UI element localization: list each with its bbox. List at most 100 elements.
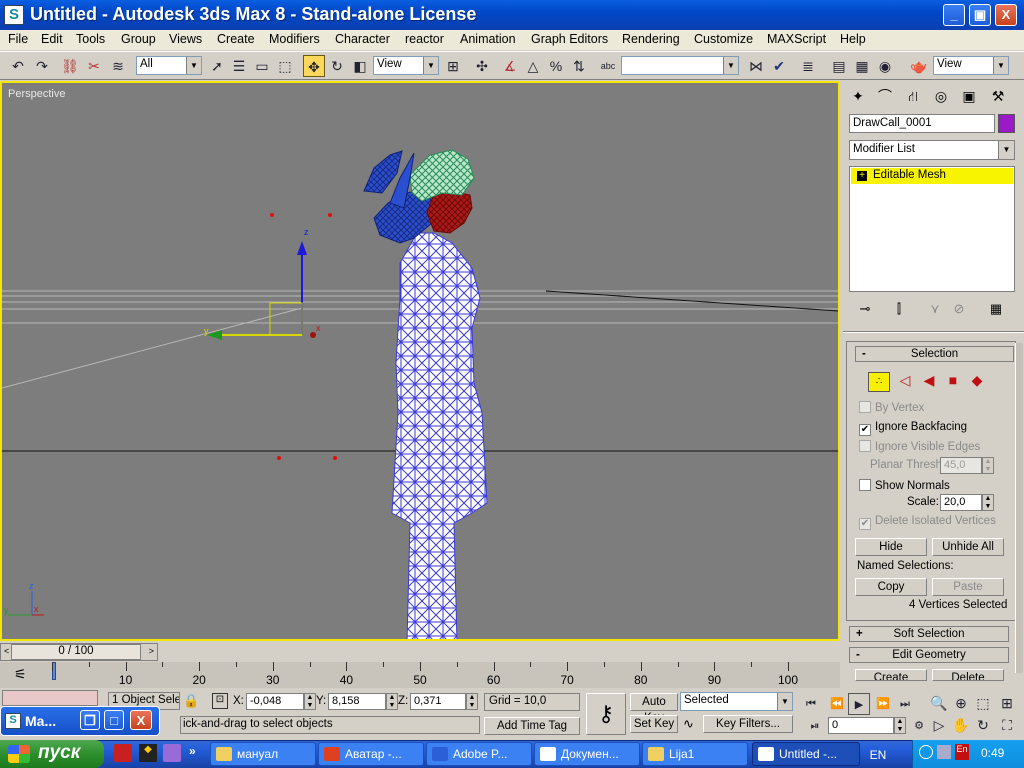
- perspective-viewport[interactable]: Perspective z y x z y x: [0, 81, 840, 641]
- set-keys-icon[interactable]: ⚷: [586, 693, 626, 735]
- menu-reactor[interactable]: reactor: [405, 32, 444, 46]
- select-scale-icon[interactable]: ◧: [349, 55, 371, 77]
- ignore-visible-edges-checkbox[interactable]: Ignore Visible Edges: [859, 440, 980, 453]
- undo-icon[interactable]: ↶: [7, 55, 29, 77]
- element-mode-icon[interactable]: ◆: [967, 372, 987, 392]
- scale-spinner[interactable]: 20,0 ▲ ▼: [940, 494, 994, 511]
- zoom-extents-icon[interactable]: ⬚: [972, 692, 994, 714]
- zoom-all-icon[interactable]: ⊕: [950, 692, 972, 714]
- pan-icon[interactable]: ✋: [950, 714, 972, 736]
- remove-modifier-icon[interactable]: ⊘: [947, 298, 971, 320]
- open-mini-curve-editor-icon[interactable]: ⚟: [14, 666, 27, 683]
- maxscript-listener[interactable]: [2, 690, 98, 706]
- menu-views[interactable]: Views: [169, 32, 202, 46]
- spinner-arrows-icon[interactable]: ▲ ▼: [982, 457, 994, 474]
- time-slider[interactable]: < 0 / 100 >: [0, 643, 158, 661]
- select-rotate-icon[interactable]: ↻: [326, 55, 348, 77]
- edge-mode-icon[interactable]: ◁: [895, 372, 915, 392]
- hide-button[interactable]: Hide: [855, 538, 927, 556]
- planar-thresh-spinner[interactable]: 45,0 ▲ ▼: [940, 457, 994, 474]
- by-vertex-checkbox[interactable]: By Vertex: [859, 401, 924, 414]
- task-lija1[interactable]: Lija1: [642, 742, 748, 766]
- maximize-viewport-icon[interactable]: ⛶: [996, 714, 1018, 736]
- menu-character[interactable]: Character: [335, 32, 390, 46]
- default-in-out-tangents-icon[interactable]: ∿: [683, 716, 694, 732]
- ignore-backfacing-checkbox[interactable]: ✔ Ignore Backfacing: [859, 421, 967, 436]
- motion-tab-icon[interactable]: ◎: [929, 85, 953, 107]
- material-editor-icon[interactable]: ◉: [874, 55, 896, 77]
- previous-frame-icon[interactable]: ⏪: [826, 693, 848, 715]
- spinner-arrows-icon[interactable]: ▲ ▼: [982, 494, 994, 511]
- language-indicator[interactable]: EN: [862, 746, 894, 764]
- maximize-button[interactable]: □: [104, 710, 124, 730]
- menu-help[interactable]: Help: [840, 32, 866, 46]
- make-unique-icon[interactable]: ⋎: [923, 298, 947, 320]
- character-mesh[interactable]: [363, 149, 488, 639]
- unlink-icon[interactable]: ✂: [83, 55, 105, 77]
- track-bar[interactable]: ⚟ 0 10 20 30 40 50 60 70 80 90 100: [0, 662, 840, 688]
- time-configuration-icon[interactable]: ⚙: [908, 715, 930, 737]
- copy-button[interactable]: Copy: [855, 578, 927, 596]
- arc-rotate-icon[interactable]: ↻: [972, 714, 994, 736]
- absolute-mode-icon[interactable]: ⊡: [212, 693, 228, 709]
- chevron-right-icon[interactable]: >: [149, 646, 154, 656]
- menu-create[interactable]: Create: [217, 32, 255, 46]
- menu-file[interactable]: File: [8, 32, 28, 46]
- spinner-arrows-icon[interactable]: ▲ ▼: [304, 693, 316, 710]
- menu-maxscript[interactable]: MAXScript: [767, 32, 826, 46]
- quicklaunch-icon[interactable]: [114, 744, 132, 762]
- menu-customize[interactable]: Customize: [694, 32, 753, 46]
- render-scene-icon[interactable]: 🫖: [908, 55, 930, 77]
- task-document[interactable]: Докумен...: [534, 742, 640, 766]
- named-selection-sets-dropdown[interactable]: ▼: [621, 56, 739, 75]
- hierarchy-tab-icon[interactable]: ⛙: [901, 85, 925, 107]
- select-by-name-icon[interactable]: ☰: [228, 55, 250, 77]
- zoom-icon[interactable]: 🔍: [928, 692, 950, 714]
- zoom-extents-all-icon[interactable]: ⊞: [996, 692, 1018, 714]
- menu-animation[interactable]: Animation: [460, 32, 516, 46]
- object-name-field[interactable]: DrawCall_0001: [849, 114, 995, 133]
- show-end-result-icon[interactable]: ⫿: [887, 298, 911, 320]
- layer-manager-icon[interactable]: ≣: [797, 55, 819, 77]
- select-move-icon[interactable]: ✥: [303, 55, 325, 77]
- edit-named-selection-icon[interactable]: abc: [597, 55, 619, 77]
- modify-tab-icon[interactable]: ⌒: [873, 85, 897, 107]
- go-to-start-icon[interactable]: ⏮: [800, 693, 822, 715]
- menu-tools[interactable]: Tools: [76, 32, 105, 46]
- manipulate-icon[interactable]: ✣: [471, 55, 493, 77]
- frame-indicator[interactable]: 0 / 100: [11, 644, 141, 660]
- select-link-icon[interactable]: ⛓: [59, 55, 81, 77]
- set-key-button[interactable]: Set Key: [630, 715, 678, 733]
- snap-3d-icon[interactable]: ∡: [499, 55, 521, 77]
- key-mode-toggle-icon[interactable]: ⏯: [804, 715, 826, 737]
- edit-geometry-rollout-header[interactable]: - Edit Geometry: [849, 647, 1009, 663]
- spinner-arrows-icon[interactable]: ▲ ▼: [386, 693, 398, 710]
- paste-button[interactable]: Paste: [932, 578, 1004, 596]
- display-tab-icon[interactable]: ▣: [957, 85, 981, 107]
- menu-graph-editors[interactable]: Graph Editors: [531, 32, 608, 46]
- delete-button[interactable]: Delete: [932, 669, 1004, 681]
- menu-modifiers[interactable]: Modifiers: [269, 32, 320, 46]
- task-3dsmax[interactable]: Untitled -...: [752, 742, 860, 766]
- play-icon[interactable]: ▶: [848, 693, 870, 715]
- show-normals-checkbox[interactable]: Show Normals: [859, 479, 950, 492]
- y-coordinate-spinner[interactable]: 8,158 ▲ ▼: [328, 693, 398, 710]
- select-object-icon[interactable]: ➚: [206, 55, 228, 77]
- expand-plus-icon[interactable]: +: [857, 171, 867, 181]
- face-mode-icon[interactable]: ◀: [919, 372, 939, 392]
- reference-coord-dropdown[interactable]: View ▼: [373, 56, 439, 75]
- quicklaunch-icon[interactable]: [163, 744, 181, 762]
- next-frame-icon[interactable]: ⏩: [872, 693, 894, 715]
- start-button[interactable]: пуск: [0, 740, 104, 768]
- spinner-arrows-icon[interactable]: ▲ ▼: [466, 693, 478, 710]
- chevron-more-icon[interactable]: »: [189, 744, 196, 758]
- create-button[interactable]: Create: [855, 669, 927, 681]
- selection-filter-dropdown[interactable]: All ▼: [136, 56, 202, 75]
- stack-item-editable-mesh[interactable]: + Editable Mesh: [851, 168, 1013, 184]
- maximize-button[interactable]: ▣: [969, 4, 991, 26]
- redo-icon[interactable]: ↷: [31, 55, 53, 77]
- command-panel-scrollbar[interactable]: [1015, 343, 1023, 673]
- current-frame-spinner[interactable]: 0 ▲ ▼: [828, 717, 906, 734]
- quicklaunch-icon[interactable]: ◆: [139, 744, 157, 762]
- task-adobe[interactable]: Adobe P...: [426, 742, 532, 766]
